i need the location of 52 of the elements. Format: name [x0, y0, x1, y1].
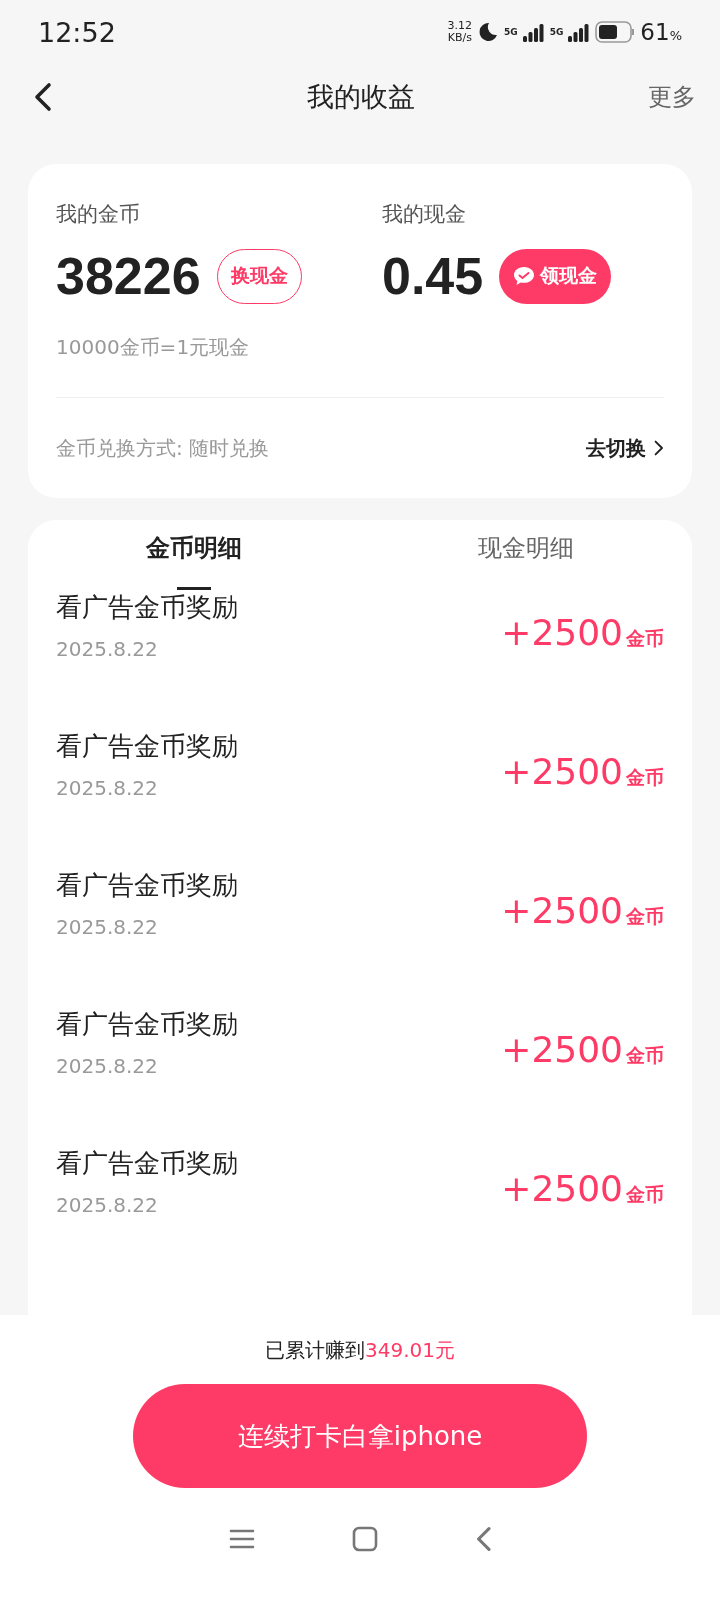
back-icon — [34, 82, 52, 112]
record-amount: +2500 — [501, 751, 623, 792]
cash-value: 0.45 — [382, 246, 484, 306]
signal-icon — [568, 22, 591, 42]
record-date: 2025.8.22 — [56, 1054, 159, 1078]
earned-label: 已累计赚到 — [265, 1337, 365, 1364]
switch-link[interactable]: 去切换 — [586, 434, 664, 462]
record-date: 2025.8.22 — [56, 776, 159, 800]
record-unit: 金币 — [626, 626, 664, 651]
record-title: 看广告金币奖励 — [56, 730, 238, 763]
tab-indicator — [177, 587, 211, 590]
coins-value: 38226 — [56, 246, 201, 306]
page-title: 我的收益 — [307, 80, 415, 114]
status-time: 12:52 — [38, 16, 116, 48]
record-title: 看广告金币奖励 — [56, 591, 238, 624]
coins-label: 我的金币 — [56, 201, 141, 228]
record-unit: 金币 — [626, 904, 664, 929]
tab[interactable]: 金币明细 — [28, 520, 360, 590]
withdraw-button[interactable]: 领现金 — [499, 248, 612, 304]
battery-icon — [595, 21, 636, 43]
record-title: 看广告金币奖励 — [56, 869, 238, 902]
signal-icon — [522, 22, 545, 42]
home-icon[interactable] — [352, 1526, 379, 1552]
chat-check-icon — [513, 266, 536, 286]
record-date: 2025.8.22 — [56, 637, 159, 661]
exchange-button[interactable]: 换现金 — [216, 248, 302, 304]
record-amount: +2500 — [501, 1168, 623, 1209]
record-amount: +2500 — [501, 1029, 623, 1070]
cash-label: 我的现金 — [382, 201, 467, 228]
more-link[interactable]: 更多 — [648, 81, 696, 113]
record-unit: 金币 — [626, 1043, 664, 1068]
record-title: 看广告金币奖励 — [56, 1008, 238, 1041]
record-unit: 金币 — [626, 1182, 664, 1207]
menu-icon[interactable] — [228, 1528, 255, 1550]
record-amount: +2500 — [501, 612, 623, 653]
back-icon — [475, 1526, 492, 1552]
network-speed: 3.12 KB/s — [447, 20, 473, 44]
record-date: 2025.8.22 — [56, 915, 159, 939]
record-unit: 金币 — [626, 765, 664, 790]
exchange-method: 金币兑换方式: 随时兑换 — [56, 434, 270, 462]
tab[interactable]: 现金明细 — [360, 520, 692, 590]
record-title: 看广告金币奖励 — [56, 1147, 238, 1180]
record-amount: +2500 — [501, 890, 623, 931]
exchange-rate: 10000金币=1元现金 — [56, 334, 664, 398]
earned-amount: 349.01元 — [365, 1337, 455, 1364]
battery-percent: 61% — [640, 19, 682, 45]
network-type: 5G — [549, 27, 564, 37]
network-type: 5G — [504, 27, 518, 37]
moon-icon — [477, 21, 500, 43]
checkin-button[interactable]: 连续打卡白拿iphone — [133, 1384, 587, 1488]
chevron-right-icon — [654, 440, 664, 456]
record-date: 2025.8.22 — [56, 1193, 159, 1217]
